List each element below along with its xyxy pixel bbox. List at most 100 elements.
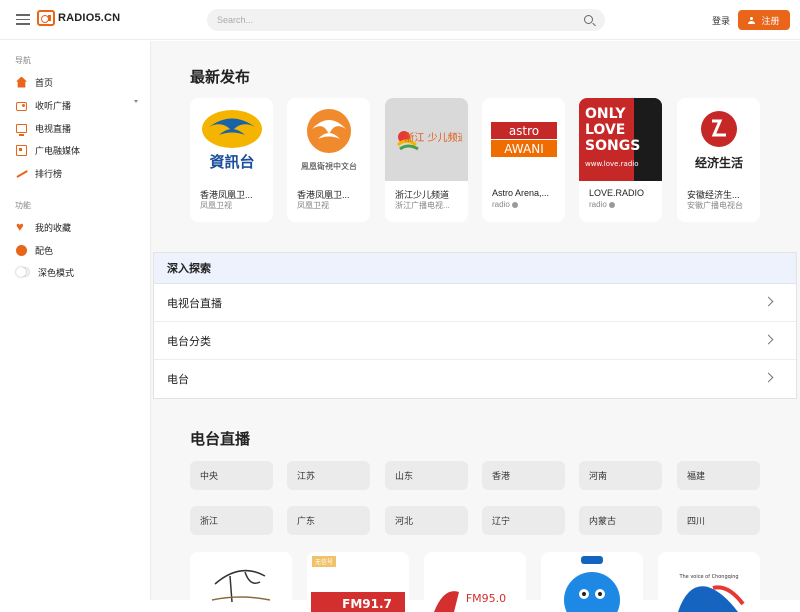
sidebar-item-label: 我的收藏 xyxy=(35,222,72,233)
sidebar-item-favorites[interactable]: 我的收藏 xyxy=(16,218,138,236)
media-icon xyxy=(16,144,27,156)
region-chip[interactable]: 河南 xyxy=(579,461,662,490)
region-chip[interactable]: 山东 xyxy=(385,461,468,490)
sidebar-item-label: 电视直播 xyxy=(35,123,72,134)
station-source: radio xyxy=(492,200,558,209)
explore-title: 深入探索 xyxy=(154,253,796,284)
region-chip[interactable]: 江苏 xyxy=(287,461,370,490)
astro-logo-icon: astro AWANI xyxy=(490,121,557,157)
func-section-label: 功能 xyxy=(15,201,31,210)
chevron-down-icon[interactable] xyxy=(134,100,138,103)
no-signal-badge: 无信号 xyxy=(312,556,337,567)
sidebar: 导航 首页 收听广播 电视直播 广电融媒体 排行榜 功能 我的收藏 配色 深色模… xyxy=(0,41,151,600)
station-card[interactable]: 資訊台 香港凤凰卫... 凤凰卫视 xyxy=(190,98,273,222)
live-station-card[interactable]: 无信号 FM91.7 xyxy=(307,552,409,612)
logo-text: RADIO5.CN xyxy=(58,12,121,24)
sidebar-item-home[interactable]: 首页 xyxy=(16,73,138,91)
palette-icon xyxy=(16,244,27,256)
station-logo: ONLY LOVE SONGS www.love.radio xyxy=(579,98,662,181)
svg-text:LOVE: LOVE xyxy=(585,122,625,138)
radio-logo-icon xyxy=(37,10,55,26)
region-chip[interactable]: 四川 xyxy=(677,506,760,535)
sidebar-item-dark-mode[interactable]: 深色模式 xyxy=(16,263,138,281)
station-card[interactable]: ONLY LOVE SONGS www.love.radio LOVE.RADI… xyxy=(579,98,662,222)
svg-text:FM95.0: FM95.0 xyxy=(466,592,506,605)
search-input[interactable] xyxy=(207,9,567,31)
explore-item-radio[interactable]: 电台 xyxy=(154,360,796,398)
mascot-logo-icon xyxy=(564,556,620,612)
station-card[interactable]: 鳳凰衛視中文台 香港凤凰卫... 凤凰卫视 xyxy=(287,98,370,222)
verified-icon xyxy=(608,202,615,208)
station-logo: 資訊台 xyxy=(190,98,273,181)
svg-text:鳳凰衛視中文台: 鳳凰衛視中文台 xyxy=(301,161,357,171)
verified-icon xyxy=(511,202,518,208)
login-link[interactable]: 登录 xyxy=(712,14,730,27)
svg-text:AWANI: AWANI xyxy=(504,142,544,156)
region-chip[interactable]: 广东 xyxy=(287,506,370,535)
station-source: 凤凰卫视 xyxy=(297,201,329,210)
svg-text:经济生活: 经济生活 xyxy=(694,155,742,170)
station-card[interactable]: astro AWANI Astro Arena,... radio xyxy=(482,98,565,222)
live-station-card[interactable]: The voice of Chongqing xyxy=(658,552,760,612)
chevron-right-icon xyxy=(763,296,774,307)
sidebar-item-media[interactable]: 广电融媒体 xyxy=(16,141,138,159)
anhui-logo-icon: 经济生活 xyxy=(694,110,743,170)
explore-item-radio-categories[interactable]: 电台分类 xyxy=(154,322,796,360)
station-logo: 鳳凰衛視中文台 xyxy=(287,98,370,181)
love-radio-logo-icon: ONLY LOVE SONGS www.love.radio xyxy=(585,98,662,181)
station-card[interactable]: 经济生活 安徽经济生... 安徽广播电视台 xyxy=(677,98,760,222)
region-chip[interactable]: 内蒙古 xyxy=(579,506,662,535)
station-source: 浙江广播电视... xyxy=(395,201,450,210)
live-station-card[interactable] xyxy=(190,552,292,612)
nav-section-label: 导航 xyxy=(15,56,31,65)
heart-icon xyxy=(16,219,27,234)
sidebar-item-ranking[interactable]: 排行榜 xyxy=(16,164,138,182)
phoenix-logo-icon: 資訊台 xyxy=(201,109,262,171)
register-label: 注册 xyxy=(761,15,780,26)
explore-item-tv-live[interactable]: 电视台直播 xyxy=(154,284,796,322)
tv-icon xyxy=(16,123,27,136)
region-chip[interactable]: 浙江 xyxy=(190,506,273,535)
phoenix-logo-icon: 鳳凰衛視中文台 xyxy=(301,108,357,171)
sidebar-item-label: 配色 xyxy=(35,245,54,256)
svg-text:FM91.7: FM91.7 xyxy=(342,597,392,611)
menu-icon[interactable] xyxy=(16,14,30,25)
chongqing-logo-icon: The voice of Chongqing xyxy=(678,574,745,612)
register-button[interactable]: 注册 xyxy=(738,10,790,30)
top-bar: RADIO5.CN 登录 注册 xyxy=(0,0,800,40)
search-icon[interactable] xyxy=(584,15,593,24)
station-source: 安徽广播电视台 xyxy=(687,201,743,210)
sidebar-item-radio[interactable]: 收听广播 xyxy=(16,96,138,114)
live-station-card[interactable]: FM95.0 xyxy=(424,552,526,612)
live-station-card[interactable] xyxy=(541,552,643,612)
sidebar-item-tv[interactable]: 电视直播 xyxy=(16,119,138,137)
signature-logo-icon xyxy=(211,569,271,603)
user-icon xyxy=(748,16,756,24)
sidebar-item-label: 广电融媒体 xyxy=(35,145,81,156)
sidebar-item-label: 深色模式 xyxy=(38,267,75,278)
svg-text:資訊台: 資訊台 xyxy=(209,153,254,171)
chevron-right-icon xyxy=(763,334,774,345)
zhejiang-logo-icon: 浙江 少儿频道 xyxy=(396,130,462,150)
radio-icon xyxy=(16,101,27,111)
region-chip[interactable]: 香港 xyxy=(482,461,565,490)
station-source: radio xyxy=(589,200,655,209)
explore-panel: 深入探索 电视台直播 电台分类 电台 xyxy=(153,252,797,399)
station-name: LOVE.RADIO xyxy=(589,188,645,198)
home-icon xyxy=(16,76,27,88)
region-chip[interactable]: 河北 xyxy=(385,506,468,535)
sidebar-item-color[interactable]: 配色 xyxy=(16,241,138,259)
trend-icon xyxy=(16,168,27,179)
explore-item-label: 电视台直播 xyxy=(167,297,222,310)
region-chip[interactable]: 辽宁 xyxy=(482,506,565,535)
svg-text:The voice of Chongqing: The voice of Chongqing xyxy=(678,574,738,580)
toggle-icon[interactable] xyxy=(16,267,30,277)
station-logo: astro AWANI xyxy=(482,98,565,181)
region-chip[interactable]: 福建 xyxy=(677,461,760,490)
sidebar-item-label: 收听广播 xyxy=(35,100,72,111)
station-card[interactable]: 浙江 少儿频道 浙江少儿频道 浙江广播电视... xyxy=(385,98,468,222)
region-chip[interactable]: 中央 xyxy=(190,461,273,490)
logo[interactable]: RADIO5.CN xyxy=(37,10,120,26)
sidebar-item-label: 首页 xyxy=(35,77,54,88)
latest-title: 最新发布 xyxy=(190,69,251,86)
